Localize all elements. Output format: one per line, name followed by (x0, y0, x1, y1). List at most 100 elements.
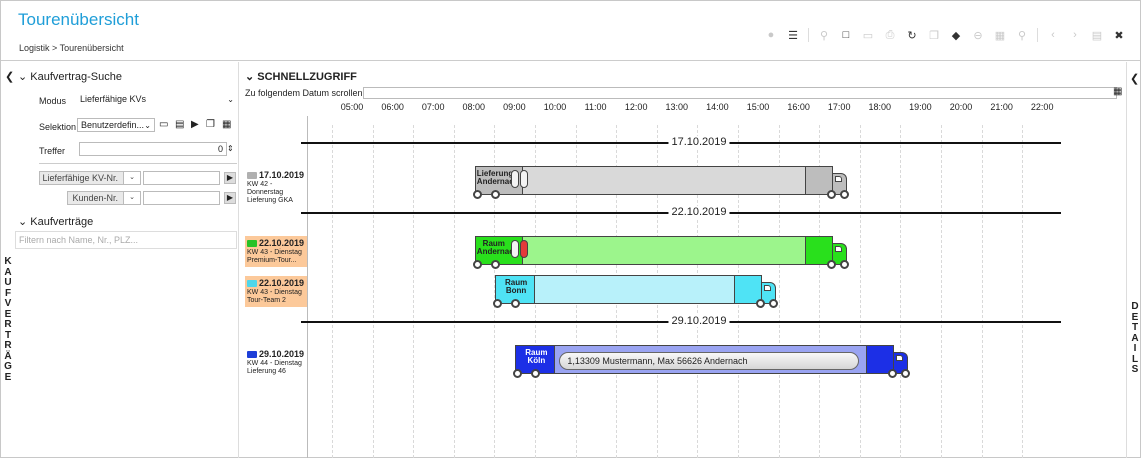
modus-select[interactable]: Lieferfähige KVs ⌄ (77, 93, 237, 107)
filter-kv-input[interactable] (143, 171, 220, 185)
modus-label: Modus (39, 96, 67, 106)
folder-icon[interactable]: ▭ (857, 27, 879, 43)
print-icon[interactable]: ⎙ (879, 27, 901, 43)
left-column: KAUFVERTRÄGE ❮ ⌄ Kaufvertrag-Suche Modus… (1, 62, 239, 458)
tour-chart: 17.10.2019 22.10.2019 29.10.2019 17.10.2019… (241, 62, 1121, 458)
copy-icon[interactable]: ❐ (206, 118, 215, 132)
grid-line (859, 125, 861, 458)
tour-truck[interactable]: Raum Köln 1,13309 Mustermann, Max 56626 An… (513, 345, 911, 378)
grid-line (941, 125, 942, 458)
tour-name: Premium-Tour... (247, 257, 297, 264)
search-section-title: Kaufvertrag-Suche (30, 71, 122, 83)
tour-card[interactable]: 22.10.2019 KW 43 - Dienstag Premium-Tour..… (245, 236, 307, 267)
tour-truck[interactable]: Raum Andernac (472, 236, 850, 269)
truck-window (764, 285, 772, 291)
tour-card[interactable]: 29.10.2019 KW 44 - Dienstag Lieferung 46 (245, 347, 307, 378)
truck-wheel (769, 299, 779, 308)
truck-label: Raum Köln (525, 348, 548, 365)
delete-icon[interactable]: ▦ (222, 118, 231, 132)
play-icon[interactable]: ▶ (224, 172, 236, 184)
tour-week: KW 42 - Donnerstag (247, 181, 284, 196)
kaufvertraege-letter: R (4, 319, 12, 330)
truck-wheel (888, 369, 898, 378)
pin-icon[interactable]: ⚲ (813, 27, 835, 43)
prev-icon[interactable]: ‹ (1042, 27, 1064, 43)
play-icon[interactable]: ▶ (191, 118, 199, 132)
open-folder-icon[interactable]: ▭ (159, 118, 168, 132)
filter-kunde-input[interactable] (143, 191, 220, 205)
tour-truck[interactable]: Lieferung Andernac (472, 166, 850, 199)
truck-wheel (901, 369, 911, 378)
details-letter: D (1131, 301, 1139, 312)
right-column: ❮ DETAILS (1126, 62, 1141, 458)
selektion-value: Benutzerdefin... (81, 120, 145, 130)
copy-icon[interactable]: ❐ (923, 27, 945, 43)
play-icon[interactable]: ▶ (224, 192, 236, 204)
chevron-down-icon: ⌄ (123, 192, 140, 204)
tour-truck[interactable]: Raum Bonn (493, 275, 779, 308)
truck-wheel (490, 260, 500, 269)
truck-icon (247, 280, 257, 288)
selektion-select[interactable]: Benutzerdefin... ⌄ (77, 118, 155, 132)
grid-line (1022, 125, 1024, 458)
truck-wheel (472, 190, 482, 199)
tag-icon[interactable]: ◆ (945, 27, 967, 43)
collapse-left-icon[interactable]: ❮ (5, 70, 14, 83)
truck-wheel (840, 190, 850, 199)
chevron-down-icon[interactable]: ⌄ (18, 216, 27, 228)
truck-icon (247, 351, 257, 359)
search-icon[interactable]: ⚲ (1011, 27, 1033, 43)
minus-circle-icon[interactable]: ⊖ (967, 27, 989, 43)
truck-window (835, 176, 843, 182)
tour-card[interactable]: 22.10.2019 KW 43 - Dienstag Tour-Team 2 (245, 276, 307, 307)
tour-date: 22.10.2019 (247, 238, 305, 249)
date-separator-label: 29.10.2019 (668, 315, 730, 327)
kaufvertrag-panel: ❮ ⌄ Kaufvertrag-Suche Modus Lieferfähige… (5, 62, 239, 458)
save-icon[interactable]: ▤ (1086, 27, 1108, 43)
kaufvertraege-letter: K (4, 256, 12, 267)
truck-label: Lieferung Andernac (476, 169, 514, 186)
truck-wheel (840, 260, 850, 269)
list-icon[interactable]: ☰ (782, 27, 804, 43)
details-letter: I (1133, 343, 1137, 354)
date-separator-label: 17.10.2019 (668, 136, 730, 148)
grid-line (372, 125, 374, 458)
kaufvertraege-vertical-tab[interactable]: KAUFVERTRÄGE (1, 256, 15, 383)
comment-icon[interactable]: ● (760, 27, 782, 43)
collapse-right-icon[interactable]: ❮ (1130, 72, 1139, 85)
truck-wheel (531, 369, 541, 378)
breadcrumb: Logistik > Tourenübersicht (19, 43, 124, 53)
details-vertical-tab[interactable]: DETAILS (1129, 301, 1141, 376)
delete-icon[interactable]: ▦ (989, 27, 1011, 43)
new-document-icon[interactable]: □ (835, 27, 857, 43)
tour-name: Lieferung GKA (247, 197, 293, 204)
chevron-down-icon: ⌄ (144, 121, 151, 130)
kaufvertraege-letter: V (4, 298, 12, 309)
tour-week: KW 44 - Dienstag (247, 360, 302, 367)
tour-name: Tour-Team 2 (247, 297, 286, 304)
stepper-icon[interactable]: ⇕ (227, 142, 234, 156)
chevron-down-icon: ⌄ (123, 172, 140, 184)
tour-date: 22.10.2019 (247, 278, 305, 289)
tour-card[interactable]: 17.10.2019 KW 42 - Donnerstag Lieferung GK… (245, 168, 307, 207)
page-header: Tourenübersicht Logistik > Tourenübersic… (1, 1, 1140, 61)
order-item[interactable]: 1,13309 Mustermann, Max 56626 Andernach (559, 352, 860, 370)
page-title: Tourenübersicht (18, 10, 139, 29)
save-icon[interactable]: ▤ (175, 118, 184, 132)
load-slot (510, 240, 519, 258)
refresh-icon[interactable]: ↻ (901, 27, 923, 43)
tour-date: 29.10.2019 (247, 349, 305, 360)
filter-kv-button[interactable]: Lieferfähige KV-Nr. ⌄ (39, 171, 141, 185)
close-icon[interactable]: ✖ (1108, 27, 1130, 43)
truck-wheel (472, 260, 482, 269)
kaufvertraege-letter: E (4, 371, 12, 383)
modus-value: Lieferfähige KVs (80, 94, 147, 104)
filter-kunde-button[interactable]: Kunden-Nr. ⌄ (67, 191, 141, 205)
tour-week: KW 43 - Dienstag (247, 289, 302, 296)
truck-label: Raum Bonn (504, 278, 528, 295)
contracts-filter-input[interactable]: Filtern nach Name, Nr., PLZ... (15, 231, 237, 249)
treffer-field[interactable]: 0 (79, 142, 227, 156)
chevron-down-icon[interactable]: ⌄ (18, 71, 27, 83)
load-slot (510, 170, 519, 188)
next-icon[interactable]: › (1064, 27, 1086, 43)
